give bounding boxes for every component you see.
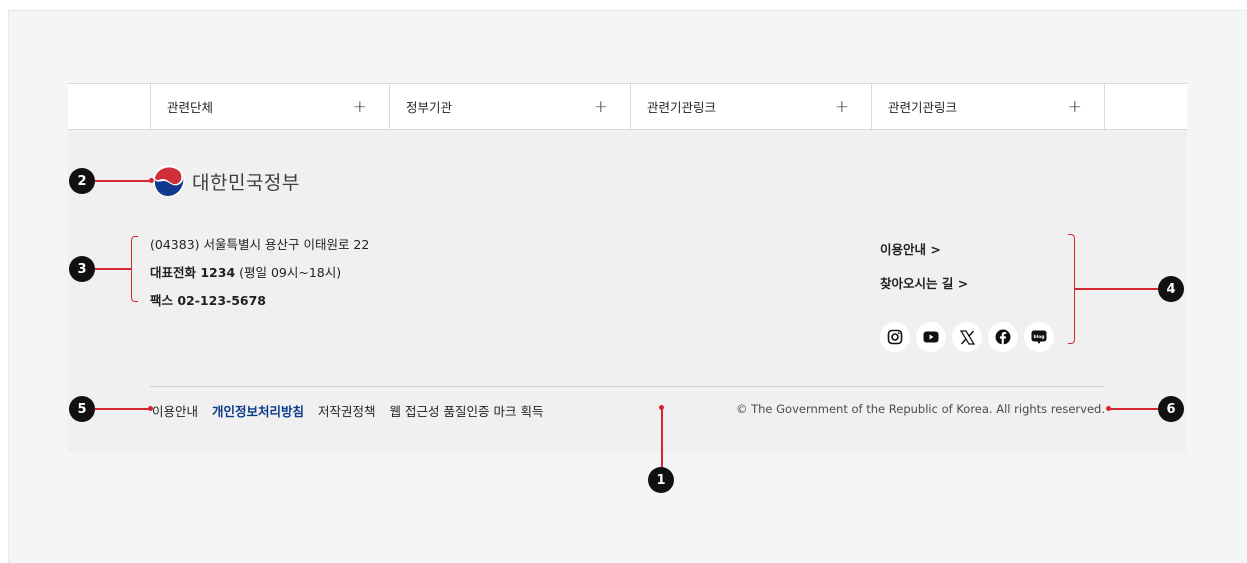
annotation-badge-2: 2 [69, 168, 95, 194]
directions-link[interactable]: 찾아오시는 길 > [880, 267, 968, 301]
logo-text: 대한민국정부 [192, 171, 300, 194]
annotation-dot-2 [149, 178, 154, 183]
instagram-button[interactable] [880, 322, 910, 352]
plus-icon: + [834, 96, 849, 117]
annotation-badge-3: 3 [69, 256, 95, 282]
phone-line: 대표전화 1234 (평일 09시~18시) [150, 259, 369, 287]
annotation-dot-5 [148, 406, 153, 411]
annotation-badge-6: 6 [1158, 396, 1184, 422]
plus-icon: + [593, 96, 608, 117]
annotation-line-4 [1075, 288, 1159, 290]
x-icon [959, 329, 975, 345]
annotation-bracket-3 [131, 236, 138, 302]
related-dropdown-label: 관련기관링크 [888, 100, 958, 115]
guide-link[interactable]: 이용안내 > [880, 233, 968, 267]
copyright-policy-link[interactable]: 저작권정책 [318, 401, 376, 420]
annotation-badge-4: 4 [1158, 276, 1184, 302]
address-line: (04383) 서울특별시 용산구 이태원로 22 [150, 237, 370, 252]
related-dropdown-agencies-1[interactable]: 관련기관링크 + [630, 84, 871, 129]
contact-info: (04383) 서울특별시 용산구 이태원로 22 대표전화 1234 (평일 … [150, 231, 369, 315]
accessibility-mark-link[interactable]: 웹 접근성 품질인증 마크 획득 [390, 401, 544, 420]
annotation-badge-5: 5 [69, 396, 95, 422]
instagram-icon [887, 329, 903, 345]
annotation-line-2 [95, 180, 151, 182]
quick-links: 이용안내 > 찾아오시는 길 > [880, 233, 968, 301]
site-footer: 관련단체 + 정부기관 + 관련기관링크 + 관련기관링크 + 대한민국정부 (… [68, 83, 1187, 453]
taegeuk-logo-icon [153, 165, 185, 197]
social-links: blog [880, 322, 1054, 352]
policy-links: 이용안내 개인정보처리방침 저작권정책 웹 접근성 품질인증 마크 획득 [152, 401, 543, 420]
facebook-icon [995, 329, 1011, 345]
annotation-badge-1: 1 [648, 467, 674, 493]
related-sites-bar: 관련단체 + 정부기관 + 관련기관링크 + 관련기관링크 + [68, 83, 1187, 130]
privacy-policy-link[interactable]: 개인정보처리방침 [212, 401, 304, 420]
related-dropdown-label: 관련단체 [167, 100, 214, 115]
youtube-button[interactable] [916, 322, 946, 352]
related-dropdown-agencies-2[interactable]: 관련기관링크 + [871, 84, 1105, 129]
related-dropdown-label: 관련기관링크 [647, 100, 717, 115]
copyright-text: © The Government of the Republic of Kore… [735, 402, 1105, 416]
x-button[interactable] [952, 322, 982, 352]
footer-divider [150, 386, 1105, 387]
phone-number: 대표전화 1234 [150, 265, 236, 280]
phone-hours: (평일 09시~18시) [235, 265, 342, 280]
annotation-line-6 [1109, 408, 1159, 410]
related-dropdown-government[interactable]: 정부기관 + [389, 84, 630, 129]
annotation-line-1 [661, 408, 663, 468]
facebook-button[interactable] [988, 322, 1018, 352]
related-dropdown-organizations[interactable]: 관련단체 + [150, 84, 389, 129]
plus-icon: + [352, 96, 367, 117]
fax-line: 팩스 02-123-5678 [150, 293, 267, 308]
plus-icon: + [1067, 96, 1082, 117]
blog-icon: blog [1031, 330, 1047, 344]
annotation-bracket-4 [1068, 234, 1075, 344]
youtube-icon [923, 331, 939, 343]
blog-button[interactable]: blog [1024, 322, 1054, 352]
annotation-line-3 [95, 268, 132, 270]
guide-policy-link[interactable]: 이용안내 [152, 401, 198, 420]
related-dropdown-label: 정부기관 [406, 100, 453, 115]
government-logo[interactable]: 대한민국정부 [152, 164, 300, 198]
annotation-line-5 [95, 408, 151, 410]
svg-text:blog: blog [1033, 333, 1044, 339]
